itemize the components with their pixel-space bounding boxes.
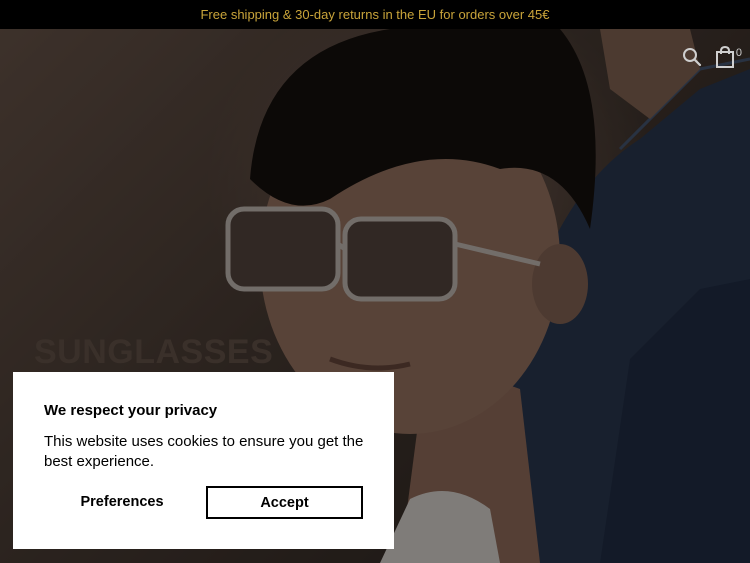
search-icon — [682, 48, 701, 67]
cookie-title: We respect your privacy — [44, 402, 218, 419]
cart-button[interactable]: 0 — [715, 46, 742, 68]
cart-count: 0 — [735, 47, 742, 59]
announcement-text: Free shipping & 30-day returns in the EU… — [200, 7, 550, 22]
header-actions: 0 — [681, 46, 742, 68]
cookie-dialog: We respect your privacy This website use… — [13, 372, 394, 549]
page: Free shipping & 30-day returns in the EU… — [0, 0, 750, 563]
preferences-button[interactable]: Preferences — [44, 486, 200, 518]
cookie-message: This website uses cookies to ensure you … — [44, 433, 364, 470]
hero-title: SUNGLASSES — [34, 333, 274, 371]
shopping-bag-icon — [715, 46, 734, 68]
accept-button[interactable]: Accept — [206, 486, 363, 519]
announcement-bar: Free shipping & 30-day returns in the EU… — [0, 0, 750, 29]
search-button[interactable] — [681, 46, 703, 68]
